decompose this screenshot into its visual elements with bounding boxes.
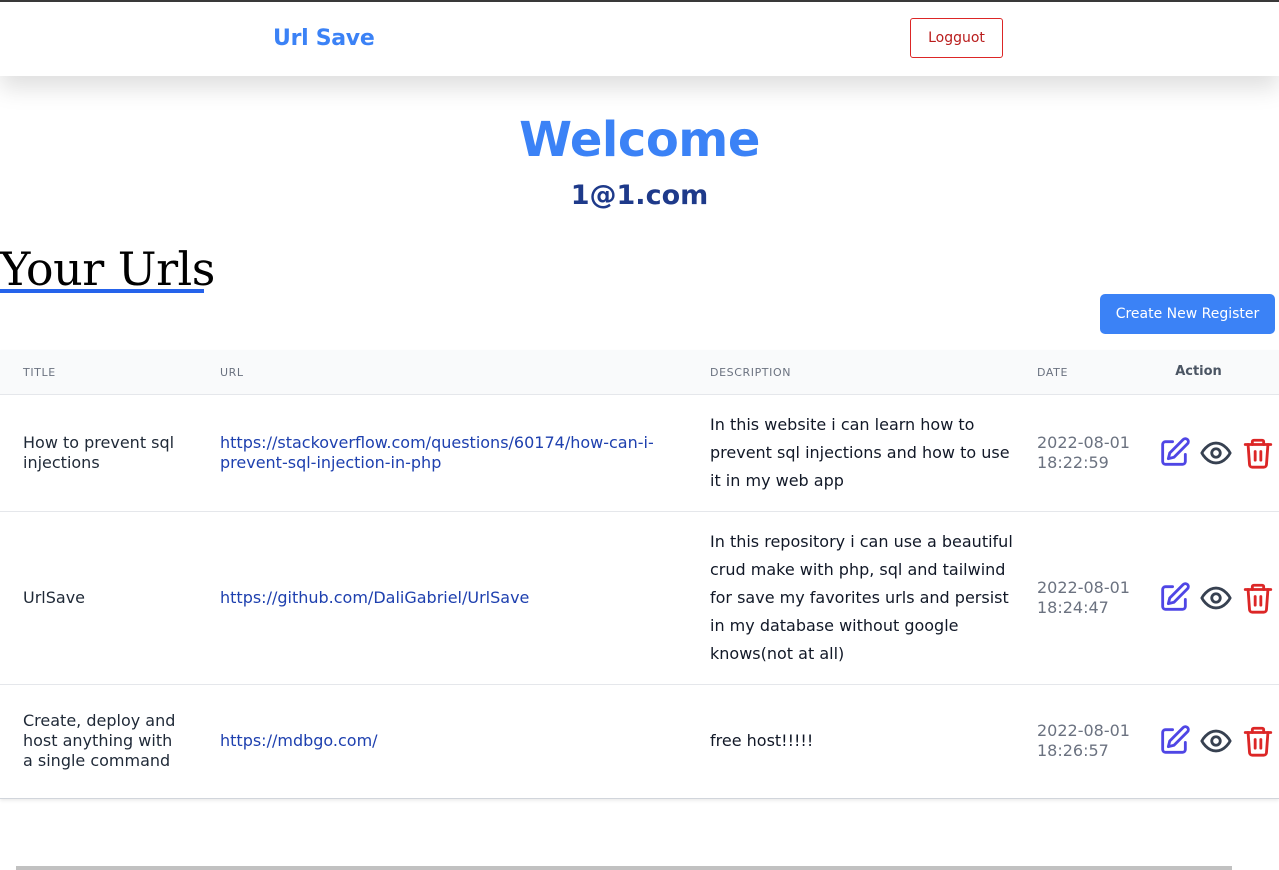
row-description: In this website i can learn how to preve…	[710, 415, 1010, 490]
table-row: Create, deploy and host anything with a …	[0, 685, 1279, 797]
edit-icon[interactable]	[1156, 723, 1192, 759]
row-date: 2022-08-01 18:22:59	[1037, 433, 1130, 472]
urls-table: TITLE URL DESCRIPTION DATE Action How to…	[0, 350, 1279, 799]
table-row: How to prevent sql injections https://st…	[0, 395, 1279, 512]
row-url-link[interactable]: https://github.com/DaliGabriel/UrlSave	[220, 588, 529, 608]
row-description: In this repository i can use a beautiful…	[710, 532, 1013, 663]
horizontal-scrollbar[interactable]	[16, 866, 1232, 870]
row-actions	[1156, 512, 1276, 684]
brand-logo[interactable]: Url Save	[273, 26, 375, 51]
row-title: Create, deploy and host anything with a …	[23, 711, 176, 770]
row-date: 2022-08-01 18:24:47	[1037, 578, 1130, 617]
edit-icon[interactable]	[1156, 435, 1192, 471]
navbar: Url Save Logguot	[0, 2, 1279, 76]
row-url-link[interactable]: https://stackoverflow.com/questions/6017…	[220, 433, 690, 473]
row-actions	[1156, 395, 1276, 511]
header-title: TITLE	[23, 366, 56, 379]
row-date: 2022-08-01 18:26:57	[1037, 721, 1130, 760]
header-description: DESCRIPTION	[710, 366, 792, 379]
row-url-link[interactable]: https://mdbgo.com/	[220, 731, 378, 751]
trash-icon[interactable]	[1240, 723, 1276, 759]
title-underline	[0, 289, 204, 293]
logout-button[interactable]: Logguot	[910, 18, 1003, 58]
eye-icon[interactable]	[1198, 435, 1234, 471]
row-description: free host!!!!!	[710, 731, 814, 750]
trash-icon[interactable]	[1240, 580, 1276, 616]
header-date: DATE	[1037, 366, 1069, 379]
table-header: TITLE URL DESCRIPTION DATE Action	[0, 350, 1279, 395]
row-title: UrlSave	[23, 588, 86, 607]
trash-icon[interactable]	[1240, 435, 1276, 471]
row-title: How to prevent sql injections	[23, 433, 175, 472]
table-row: UrlSave https://github.com/DaliGabriel/U…	[0, 512, 1279, 685]
user-email: 1@1.com	[570, 180, 709, 211]
eye-icon[interactable]	[1198, 723, 1234, 759]
header-url: URL	[220, 366, 244, 379]
row-actions	[1156, 685, 1276, 797]
eye-icon[interactable]	[1198, 580, 1234, 616]
header-action: Action	[1175, 364, 1222, 379]
create-new-register-button[interactable]: Create New Register	[1100, 294, 1275, 334]
edit-icon[interactable]	[1156, 580, 1192, 616]
welcome-heading: Welcome	[519, 112, 760, 168]
